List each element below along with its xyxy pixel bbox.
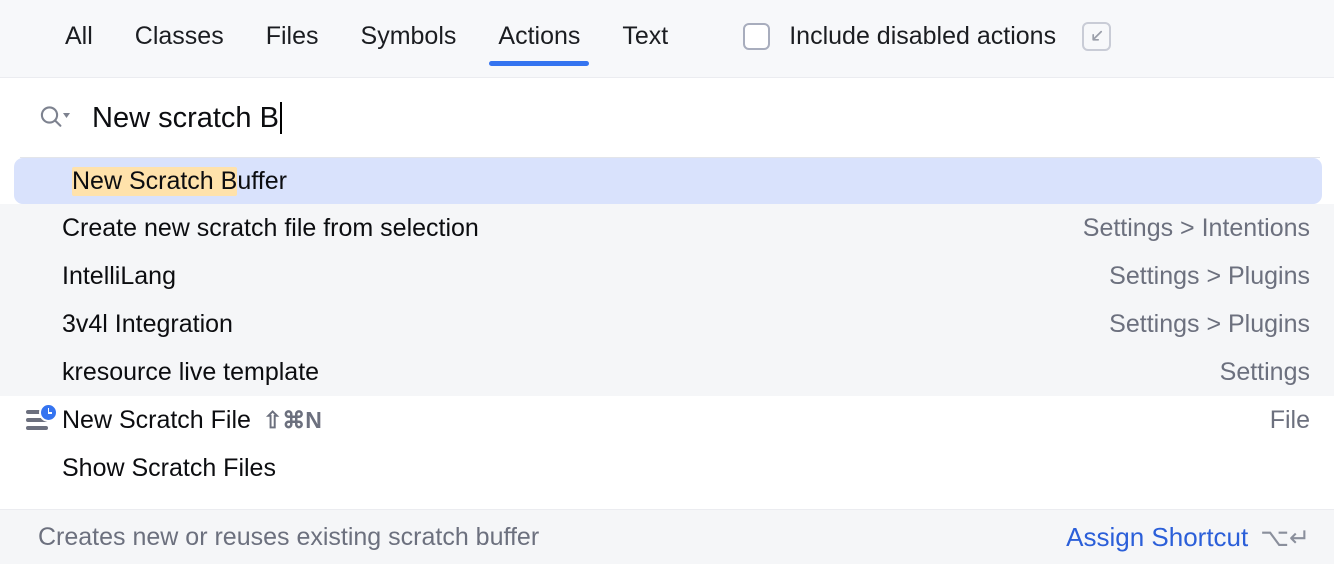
assign-shortcut-button[interactable]: Assign Shortcut ⌥↵ — [1066, 522, 1310, 553]
results-group-settings: Create new scratch file from selection S… — [0, 204, 1334, 396]
result-row-intellilang[interactable]: IntelliLang Settings > Plugins — [0, 252, 1334, 300]
result-label-rest: uffer — [237, 166, 287, 195]
text-caret — [279, 102, 282, 134]
tab-classes[interactable]: Classes — [114, 0, 245, 72]
result-row-create-new-scratch-file-from-selection[interactable]: Create new scratch file from selection S… — [0, 204, 1334, 252]
result-location: Settings > Intentions — [1082, 213, 1310, 242]
result-row-3v4l-integration[interactable]: 3v4l Integration Settings > Plugins — [0, 300, 1334, 348]
tab-label: Classes — [134, 21, 224, 50]
results-group-file: New Scratch File ⇧⌘N File Show Scratch F… — [0, 396, 1334, 492]
result-location: File — [1269, 405, 1310, 434]
result-row-new-scratch-buffer[interactable]: New Scratch Buffer — [14, 158, 1322, 204]
clock-badge-icon — [41, 405, 56, 420]
search-everywhere-popup: All Classes Files Symbols Actions Text I… — [0, 0, 1334, 564]
result-label-match: New Scratch B — [72, 166, 238, 196]
popup-header: All Classes Files Symbols Actions Text I… — [0, 0, 1334, 78]
result-label: Show Scratch Files — [62, 453, 276, 482]
result-location: Settings > Plugins — [1109, 261, 1310, 290]
tab-actions[interactable]: Actions — [477, 0, 601, 72]
result-label: 3v4l Integration — [62, 309, 233, 338]
result-row-new-scratch-file[interactable]: New Scratch File ⇧⌘N File — [0, 396, 1334, 444]
result-row-container: New Scratch Buffer — [0, 158, 1334, 204]
result-shortcut: ⇧⌘N — [262, 406, 322, 433]
search-input-value: New scratch B — [92, 101, 279, 134]
results-list: New Scratch Buffer Create new scratch fi… — [0, 158, 1334, 492]
result-label: New Scratch File — [62, 405, 251, 434]
tab-all[interactable]: All — [44, 0, 114, 72]
result-location: Settings > Plugins — [1109, 309, 1310, 338]
popup-footer: Creates new or reuses existing scratch b… — [0, 509, 1334, 564]
result-row-show-scratch-files[interactable]: Show Scratch Files — [0, 444, 1334, 492]
tab-label: Symbols — [360, 21, 457, 50]
assign-shortcut-keys: ⌥↵ — [1260, 523, 1310, 552]
search-input[interactable]: New scratch B — [92, 102, 282, 135]
arrow-down-left-icon[interactable] — [1082, 21, 1112, 51]
tab-label: All — [65, 21, 93, 50]
tab-label: Actions — [498, 21, 581, 50]
checkbox-label: Include disabled actions — [789, 21, 1057, 50]
search-field-row[interactable]: New scratch B — [0, 78, 1334, 158]
result-label: New Scratch Buffer — [72, 166, 287, 196]
result-label: kresource live template — [62, 357, 320, 386]
tab-text[interactable]: Text — [601, 0, 689, 72]
checkbox-box-icon[interactable] — [743, 22, 771, 50]
header-right-controls: Include disabled actions — [743, 0, 1112, 72]
tab-files[interactable]: Files — [245, 0, 340, 72]
tab-bar: All Classes Files Symbols Actions Text — [0, 0, 689, 72]
tab-label: Text — [622, 21, 669, 50]
result-row-kresource-live-template[interactable]: kresource live template Settings — [0, 348, 1334, 396]
result-location: Settings — [1219, 357, 1310, 386]
tab-label: Files — [265, 21, 319, 50]
tab-symbols[interactable]: Symbols — [340, 0, 478, 72]
tab-active-indicator — [489, 61, 590, 66]
scratch-file-icon — [26, 405, 62, 433]
search-icon[interactable] — [38, 104, 72, 132]
include-disabled-actions-checkbox[interactable]: Include disabled actions — [743, 22, 1056, 51]
assign-shortcut-label: Assign Shortcut — [1066, 521, 1249, 552]
result-label: Create new scratch file from selection — [62, 213, 479, 242]
action-description: Creates new or reuses existing scratch b… — [38, 522, 540, 551]
result-label: IntelliLang — [62, 261, 176, 290]
